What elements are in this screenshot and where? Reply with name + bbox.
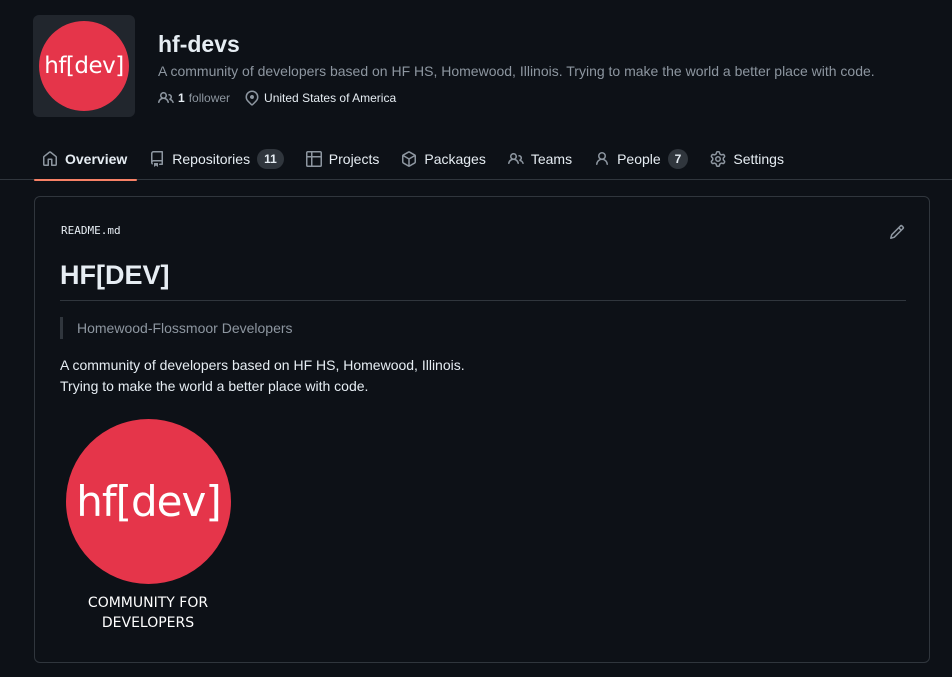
followers-link[interactable]: 1 follower — [158, 90, 230, 106]
readme-body-line: A community of developers based on HF HS… — [60, 357, 465, 373]
location-text: United States of America — [264, 91, 397, 105]
people-icon — [158, 90, 174, 106]
person-icon — [594, 151, 610, 167]
logo-caption: COMMUNITY FOR DEVELOPERS — [68, 593, 228, 633]
tab-people[interactable]: People 7 — [586, 138, 698, 180]
readme-body-line: Trying to make the world a better place … — [60, 378, 369, 394]
org-header: hf[dev] hf-devs A community of developer… — [33, 15, 933, 117]
tab-overview[interactable]: Overview — [34, 138, 138, 181]
nav-tab-list: Overview Repositories 11 Projects Packag… — [34, 138, 798, 181]
org-name: hf-devs — [158, 31, 240, 57]
readme-blockquote: Homewood-Flossmoor Developers — [60, 317, 293, 339]
location: United States of America — [244, 90, 396, 106]
org-nav: Overview Repositories 11 Projects Packag… — [0, 138, 952, 181]
table-icon — [305, 151, 322, 167]
follower-count: 1 — [178, 91, 185, 105]
home-icon — [42, 151, 58, 167]
org-avatar[interactable]: hf[dev] — [33, 15, 135, 117]
follower-label: follower — [188, 91, 231, 105]
tab-teams[interactable]: Teams — [500, 138, 582, 180]
location-icon — [244, 90, 260, 106]
org-avatar-text: hf[dev] — [44, 53, 124, 79]
people-count-badge: 7 — [667, 149, 689, 169]
package-icon — [401, 151, 417, 167]
pencil-icon — [889, 224, 905, 240]
tab-repositories[interactable]: Repositories 11 — [141, 138, 294, 180]
tab-teams-label: Teams — [530, 151, 573, 167]
tab-projects[interactable]: Projects — [298, 138, 390, 180]
readme-paragraph: A community of developers based on HF HS… — [60, 355, 465, 397]
readme-filename: README.md — [61, 224, 121, 237]
tab-repositories-label: Repositories — [172, 151, 251, 167]
repositories-count-badge: 11 — [257, 149, 284, 169]
tab-overview-label: Overview — [65, 151, 128, 167]
tab-projects-label: Projects — [328, 151, 380, 167]
edit-readme-button[interactable] — [889, 224, 905, 240]
repo-icon — [149, 151, 165, 167]
tab-packages-label: Packages — [424, 151, 486, 167]
readme-heading: HF[DEV] — [60, 260, 906, 301]
readme-panel: README.md HF[DEV] Homewood-Flossmoor Dev… — [34, 196, 930, 663]
tab-packages[interactable]: Packages — [393, 138, 495, 180]
org-avatar-logo: hf[dev] — [39, 21, 129, 111]
hfdev-logo-image: hf[dev] — [66, 419, 231, 584]
people-icon — [507, 151, 524, 167]
tab-settings[interactable]: Settings — [702, 138, 794, 180]
org-description: A community of developers based on HF HS… — [158, 63, 875, 79]
logo-caption-line: DEVELOPERS — [101, 615, 195, 631]
tab-settings-label: Settings — [733, 151, 784, 167]
logo-caption-line: COMMUNITY FOR — [87, 595, 209, 611]
gear-icon — [710, 151, 726, 167]
tab-people-label: People — [617, 151, 661, 167]
org-meta: 1 follower United States of America — [158, 90, 396, 106]
logo-text: hf[dev] — [76, 477, 222, 526]
